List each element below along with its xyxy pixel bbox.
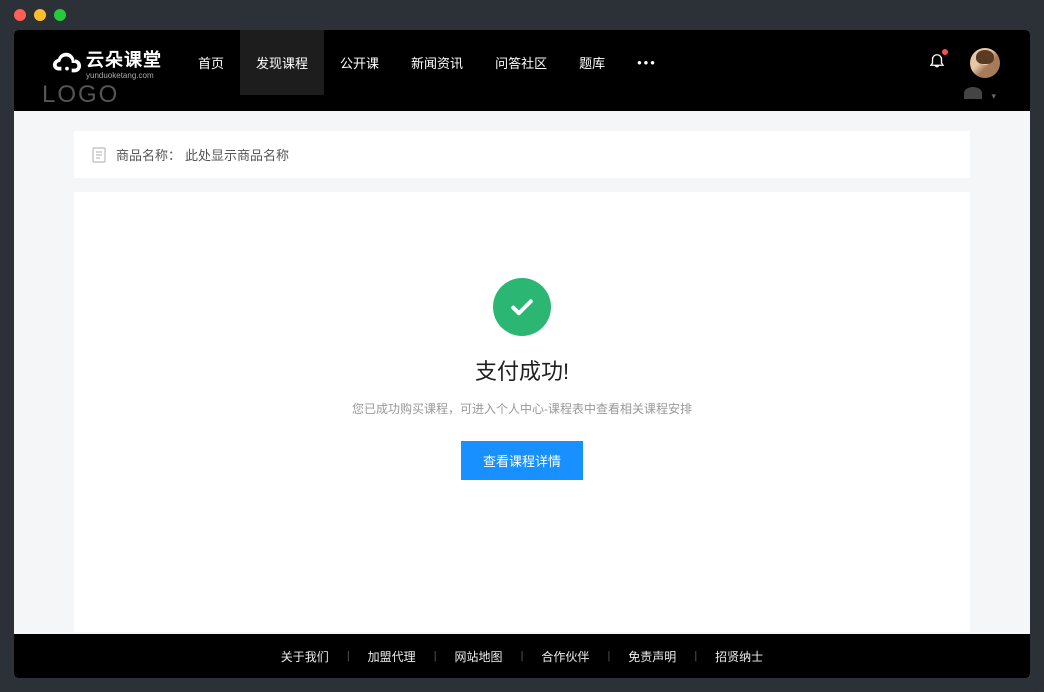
footer-sitemap[interactable]: 网站地图 xyxy=(437,648,521,665)
product-name-bar: 商品名称： 此处显示商品名称 xyxy=(74,131,970,178)
viewport: 云朵课堂 yunduoketang.com 首页 发现课程 公开课 新闻资讯 问… xyxy=(14,30,1030,678)
logo-text: 云朵课堂 xyxy=(86,46,162,72)
window-close-icon[interactable] xyxy=(14,9,26,21)
nav-right xyxy=(928,48,1000,78)
nav-items: 首页 发现课程 公开课 新闻资讯 问答社区 题库 ••• xyxy=(182,30,673,95)
nav-news[interactable]: 新闻资讯 xyxy=(395,30,479,95)
footer-franchise[interactable]: 加盟代理 xyxy=(350,648,434,665)
nav-home[interactable]: 首页 xyxy=(182,30,240,95)
window-minimize-icon[interactable] xyxy=(34,9,46,21)
cloud-logo-icon xyxy=(52,48,82,78)
footer-careers[interactable]: 招贤纳士 xyxy=(697,648,781,665)
footer-partners[interactable]: 合作伙伴 xyxy=(523,648,607,665)
product-label: 商品名称： xyxy=(116,145,181,164)
logo-subtext: yunduoketang.com xyxy=(86,72,162,80)
window-maximize-icon[interactable] xyxy=(54,9,66,21)
nav-question-bank[interactable]: 题库 xyxy=(563,30,621,95)
footer-disclaimer[interactable]: 免责声明 xyxy=(610,648,694,665)
document-icon xyxy=(92,147,106,163)
nav-more-icon[interactable]: ••• xyxy=(621,30,673,95)
top-nav: 云朵课堂 yunduoketang.com 首页 发现课程 公开课 新闻资讯 问… xyxy=(14,30,1030,95)
success-card: 支付成功! 您已成功购买课程，可进入个人中心-课程表中查看相关课程安排 查看课程… xyxy=(74,192,970,632)
notification-dot-icon xyxy=(942,49,948,55)
ghost-logo-text: LOGO xyxy=(42,81,119,109)
secondary-bar: LOGO ▾ xyxy=(14,95,1030,111)
ghost-avatar-icon xyxy=(964,87,982,99)
footer-about[interactable]: 关于我们 xyxy=(263,648,347,665)
nav-qa-community[interactable]: 问答社区 xyxy=(479,30,563,95)
product-value: 此处显示商品名称 xyxy=(185,145,289,164)
nav-open-courses[interactable]: 公开课 xyxy=(324,30,395,95)
view-course-detail-button[interactable]: 查看课程详情 xyxy=(461,441,583,480)
nav-discover-courses[interactable]: 发现课程 xyxy=(240,30,324,95)
success-title: 支付成功! xyxy=(475,354,569,386)
avatar[interactable] xyxy=(970,48,1000,78)
chevron-down-icon: ▾ xyxy=(991,91,996,102)
notifications-button[interactable] xyxy=(928,51,946,74)
browser-chrome xyxy=(0,0,1044,30)
success-subtitle: 您已成功购买课程，可进入个人中心-课程表中查看相关课程安排 xyxy=(352,400,692,417)
footer: 关于我们 | 加盟代理 | 网站地图 | 合作伙伴 | 免责声明 | 招贤纳士 xyxy=(14,634,1030,678)
page-body: 商品名称： 此处显示商品名称 支付成功! 您已成功购买课程，可进入个人中心-课程… xyxy=(14,111,1030,652)
browser-window: 云朵课堂 yunduoketang.com 首页 发现课程 公开课 新闻资讯 问… xyxy=(0,0,1044,692)
success-check-icon xyxy=(493,278,551,336)
site-logo[interactable]: 云朵课堂 yunduoketang.com xyxy=(52,46,162,80)
